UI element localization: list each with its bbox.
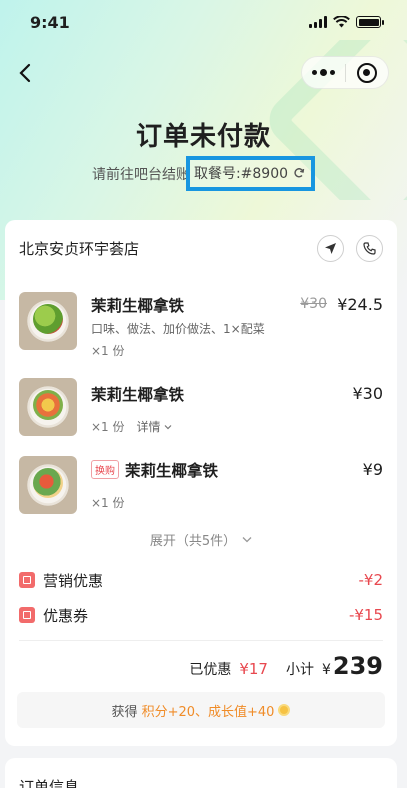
item-image bbox=[19, 456, 77, 514]
expand-label: 展开（共5件） bbox=[149, 534, 237, 549]
more-dots-icon bbox=[311, 69, 335, 76]
item-image bbox=[19, 292, 77, 350]
coupon-icon bbox=[19, 607, 35, 623]
points-prefix: 获得 bbox=[111, 704, 138, 720]
item-detail-toggle[interactable]: 详情 bbox=[137, 418, 172, 435]
pickup-number[interactable]: 取餐号:#8900 bbox=[185, 156, 316, 191]
more-button[interactable] bbox=[302, 57, 345, 88]
list-item[interactable]: 换购 茉莉生椰拿铁 ×1 份 ¥9 bbox=[19, 456, 383, 516]
item-desc: 口味、做法、加价做法、1×配菜 bbox=[91, 322, 265, 336]
saved-label: 已优惠 bbox=[189, 662, 232, 678]
points-banner: 获得 积分+20、成长值+40 bbox=[17, 692, 385, 728]
battery-icon bbox=[356, 16, 384, 28]
item-qty: ×1 份 bbox=[91, 344, 125, 358]
discount-row: 营销优惠 -¥2 bbox=[19, 569, 383, 591]
store-row: 北京安贞环宇荟店 bbox=[19, 234, 383, 262]
order-info-title: 订单信息 bbox=[19, 778, 80, 788]
navigation-arrow-icon bbox=[325, 242, 336, 254]
item-detail-label: 详情 bbox=[136, 420, 161, 434]
saved-value: ¥17 bbox=[239, 660, 268, 678]
item-price: ¥30 bbox=[352, 384, 383, 403]
item-name: 茉莉生椰拿铁 bbox=[91, 386, 185, 404]
divider bbox=[19, 640, 383, 641]
chevron-left-icon bbox=[19, 63, 31, 83]
subtitle-row: 请前往吧台结账 取餐号:#8900 bbox=[0, 156, 407, 191]
points-text: 积分+20、成长值+40 bbox=[141, 704, 275, 720]
wifi-icon bbox=[333, 16, 350, 28]
navigate-button[interactable] bbox=[317, 234, 344, 262]
phone-icon bbox=[363, 241, 376, 255]
chevron-down-icon bbox=[164, 424, 171, 429]
signal-icon bbox=[309, 16, 327, 28]
discount-label: 营销优惠 bbox=[43, 571, 104, 590]
close-miniapp-button[interactable] bbox=[346, 57, 389, 88]
status-icons bbox=[309, 16, 384, 28]
discount-row: 优惠券 -¥15 bbox=[19, 604, 383, 626]
item-image bbox=[19, 378, 77, 436]
list-item[interactable]: 茉莉生椰拿铁 口味、做法、加价做法、1×配菜 ×1 份 ¥30 ¥24.5 bbox=[19, 292, 383, 358]
miniapp-capsule bbox=[301, 56, 389, 89]
total-row: 已优惠 ¥17 小计 ¥ 239 bbox=[189, 652, 383, 686]
item-price: ¥24.5 bbox=[337, 295, 383, 314]
list-item[interactable]: 茉莉生椰拿铁 ×1 份 详情 ¥30 bbox=[19, 378, 383, 438]
order-info-card: 订单信息 bbox=[5, 758, 397, 788]
item-qty: ×1 份 bbox=[91, 420, 125, 434]
back-button[interactable] bbox=[10, 58, 40, 88]
item-name: 茉莉生椰拿铁 bbox=[91, 297, 185, 315]
expand-items-button[interactable]: 展开（共5件） bbox=[5, 530, 397, 549]
promotion-icon bbox=[19, 572, 35, 588]
item-qty: ×1 份 bbox=[91, 496, 125, 510]
item-name: 茉莉生椰拿铁 bbox=[125, 462, 219, 480]
page-title: 订单未付款 bbox=[135, 122, 271, 152]
subtitle-text: 请前往吧台结账 bbox=[91, 166, 190, 183]
subtotal-currency: ¥ bbox=[321, 662, 331, 678]
pickup-label: 取餐号:#8900 bbox=[193, 166, 289, 182]
status-bar: 9:41 bbox=[0, 0, 407, 44]
subtotal-value: 239 bbox=[332, 652, 383, 680]
store-name: 北京安贞环宇荟店 bbox=[19, 239, 140, 258]
coin-icon bbox=[278, 704, 291, 716]
call-store-button[interactable] bbox=[356, 234, 383, 262]
refresh-icon[interactable] bbox=[293, 167, 305, 179]
discount-value: -¥2 bbox=[358, 571, 384, 589]
item-name-row: 换购 茉莉生椰拿铁 bbox=[91, 459, 218, 481]
item-price: ¥9 bbox=[362, 460, 383, 479]
subtotal-label: 小计 bbox=[285, 662, 314, 678]
status-time: 9:41 bbox=[30, 12, 70, 32]
discount-label: 优惠券 bbox=[43, 606, 89, 625]
chevron-down-icon bbox=[242, 537, 252, 543]
order-card: 北京安贞环宇荟店 茉莉生椰拿铁 口味、做法、加价做法、1×配菜 ×1 份 ¥30… bbox=[5, 220, 397, 746]
target-icon bbox=[356, 62, 377, 83]
swap-tag: 换购 bbox=[91, 460, 119, 479]
discount-value: -¥15 bbox=[348, 606, 383, 624]
item-orig-price: ¥30 bbox=[300, 296, 327, 312]
